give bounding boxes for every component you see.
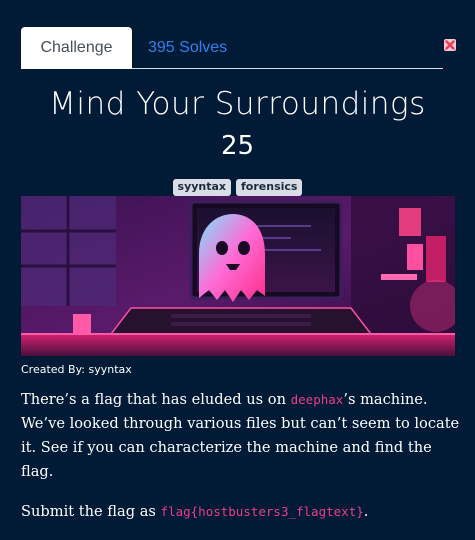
tag-list: syyntax forensics bbox=[0, 179, 475, 196]
tab-solves[interactable]: 395 Solves bbox=[148, 27, 227, 69]
ghost-laptop-illustration bbox=[21, 196, 455, 356]
challenge-modal: Challenge 395 Solves Mind Your Surroundi… bbox=[0, 0, 475, 540]
challenge-title: Mind Your Surroundings bbox=[49, 86, 426, 122]
challenge-points: 25 bbox=[220, 131, 255, 161]
close-button[interactable] bbox=[443, 38, 457, 52]
submit-suffix: . bbox=[363, 503, 369, 520]
tab-challenge[interactable]: Challenge bbox=[21, 27, 132, 69]
tag-badge: forensics bbox=[236, 179, 303, 196]
description-text: There’s a flag that has eluded us on bbox=[21, 391, 291, 408]
challenge-image bbox=[21, 196, 455, 356]
tab-bar: Challenge 395 Solves bbox=[21, 27, 443, 69]
tag-badge: syyntax bbox=[172, 179, 232, 196]
submit-prefix: Submit the flag as bbox=[21, 503, 161, 520]
flag-format-code: flag{hostbusters3_flagtext} bbox=[160, 504, 364, 519]
submit-instructions: Submit the flag as flag{hostbusters3_fla… bbox=[21, 500, 461, 524]
challenge-description: There’s a flag that has eluded us on dee… bbox=[21, 388, 461, 484]
close-x-icon bbox=[444, 39, 456, 51]
machine-name-code: deephax bbox=[290, 392, 344, 407]
author-credit: Created By: syyntax bbox=[21, 363, 132, 376]
